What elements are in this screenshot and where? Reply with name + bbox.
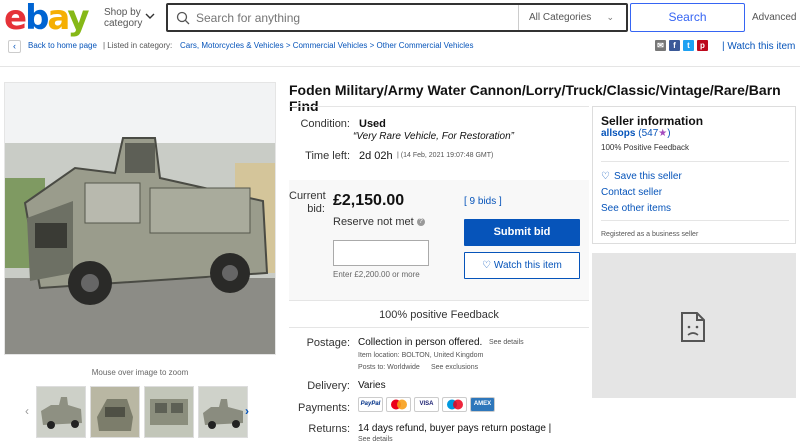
ebay-logo[interactable]: ebay (4, 0, 90, 36)
current-bid-label-2: bid: (307, 203, 325, 215)
twitter-icon[interactable]: t (683, 40, 694, 51)
advanced-search-link[interactable]: Advanced (752, 12, 796, 23)
header: ebay Shop by category All Categories ⌄ S… (0, 0, 800, 36)
condition-label: Condition: (300, 118, 350, 130)
help-icon[interactable]: ? (416, 218, 425, 227)
seller-information-panel: Seller information allsops (547★) 100% P… (592, 106, 796, 244)
back-chevron-icon[interactable]: ‹ (8, 40, 21, 53)
mastercard-icon (386, 397, 411, 412)
search-icon (176, 11, 190, 25)
condition-description: “Very Rare Vehicle, For Restoration” (353, 131, 514, 142)
search-button[interactable]: Search (630, 3, 745, 32)
chevron-down-icon[interactable] (145, 11, 155, 21)
divider (289, 106, 589, 107)
heart-icon: ♡ (601, 171, 610, 182)
divider (0, 66, 800, 67)
divider (601, 220, 789, 221)
thumbnail[interactable] (198, 386, 248, 438)
posts-to: Posts to: Worldwide (358, 364, 420, 371)
returns-value: 14 days refund, buyer pays return postag… (358, 423, 552, 434)
time-left-label: Time left: (305, 150, 350, 162)
thumbnail-strip: ‹ › (20, 386, 260, 442)
delivery-label: Delivery: (307, 380, 350, 392)
bid-hint: Enter £2,200.00 or more (333, 270, 420, 279)
bid-amount-input[interactable] (333, 240, 429, 266)
ad-placeholder (592, 253, 796, 398)
current-bid-label: Current (289, 190, 326, 202)
visa-icon: VISA (414, 397, 439, 412)
share-icons: ✉ f t p (655, 40, 708, 51)
listed-in-label: | Listed in category: (103, 41, 173, 50)
returns-label: Returns: (308, 423, 350, 435)
watch-item-button[interactable]: ♡ Watch this item (464, 252, 580, 279)
maestro-icon (442, 397, 467, 412)
item-info-panel: Condition: Used “Very Rare Vehicle, For … (289, 106, 589, 445)
seller-feedback: 100% Positive Feedback (601, 143, 690, 152)
thumbnail[interactable] (144, 386, 194, 438)
amex-icon: AMEX (470, 397, 495, 412)
chevron-left-icon[interactable]: ‹ (25, 404, 29, 418)
category-select[interactable]: All Categories ⌄ (518, 5, 626, 30)
condition-value: Used (359, 118, 386, 130)
facebook-icon[interactable]: f (669, 40, 680, 51)
reserve-status: Reserve not met ? (333, 216, 425, 228)
pinterest-icon[interactable]: p (697, 40, 708, 51)
back-to-home-link[interactable]: Back to home page (28, 36, 97, 56)
broken-image-icon (681, 312, 705, 342)
paypal-icon: PayPal (358, 397, 383, 412)
breadcrumb: ‹ Back to home page | Listed in category… (0, 36, 800, 58)
truck-photo (5, 83, 275, 354)
business-seller-note: Registered as a business seller (601, 231, 699, 238)
search-input[interactable] (196, 8, 516, 27)
star-icon: ★ (658, 128, 668, 139)
chevron-down-icon: ⌄ (606, 12, 614, 22)
payments-label: Payments: (298, 402, 350, 414)
search-bar: All Categories ⌄ (166, 3, 628, 32)
thumbnail[interactable] (36, 386, 86, 438)
shop-by-category[interactable]: Shop by category (104, 7, 142, 29)
divider (601, 161, 789, 162)
other-items-link[interactable]: See other items (601, 203, 671, 214)
mail-icon[interactable]: ✉ (655, 40, 666, 51)
delivery-value: Varies (358, 380, 386, 391)
seller-heading: Seller information (601, 114, 704, 128)
seller-name[interactable]: allsops (547★) (601, 128, 671, 139)
current-price: £2,150.00 (333, 192, 405, 209)
watch-item-link[interactable]: | Watch this item (722, 37, 795, 57)
zoom-hint: Mouse over image to zoom (91, 368, 189, 377)
category-path[interactable]: Cars, Motorcycles & Vehicles > Commercia… (180, 36, 473, 56)
heart-icon: ♡ (482, 260, 492, 271)
end-time: | (14 Feb, 2021 19:07:48 GMT) (397, 152, 494, 159)
payment-methods: PayPal VISA AMEX (358, 397, 495, 412)
chevron-right-icon[interactable]: › (245, 404, 249, 418)
submit-bid-button[interactable]: Submit bid (464, 219, 580, 246)
bid-count-link[interactable]: [ 9 bids ] (464, 196, 502, 207)
exclusions-link[interactable]: See exclusions (431, 364, 478, 371)
postage-label: Postage: (306, 337, 350, 349)
thumbnail[interactable] (90, 386, 140, 438)
contact-seller-link[interactable]: Contact seller (601, 187, 662, 198)
save-seller-link[interactable]: ♡ Save this seller (601, 171, 682, 182)
returns-details-link[interactable]: See details (358, 436, 393, 443)
item-location: Item location: BOLTON, United Kingdom (358, 352, 484, 359)
main-product-image[interactable] (4, 82, 276, 355)
postage-details-link[interactable]: See details (489, 339, 524, 346)
time-left-value: 2d 02h (359, 150, 393, 162)
feedback-summary: 100% positive Feedback (289, 300, 589, 328)
postage-value: Collection in person offered. (358, 337, 483, 348)
